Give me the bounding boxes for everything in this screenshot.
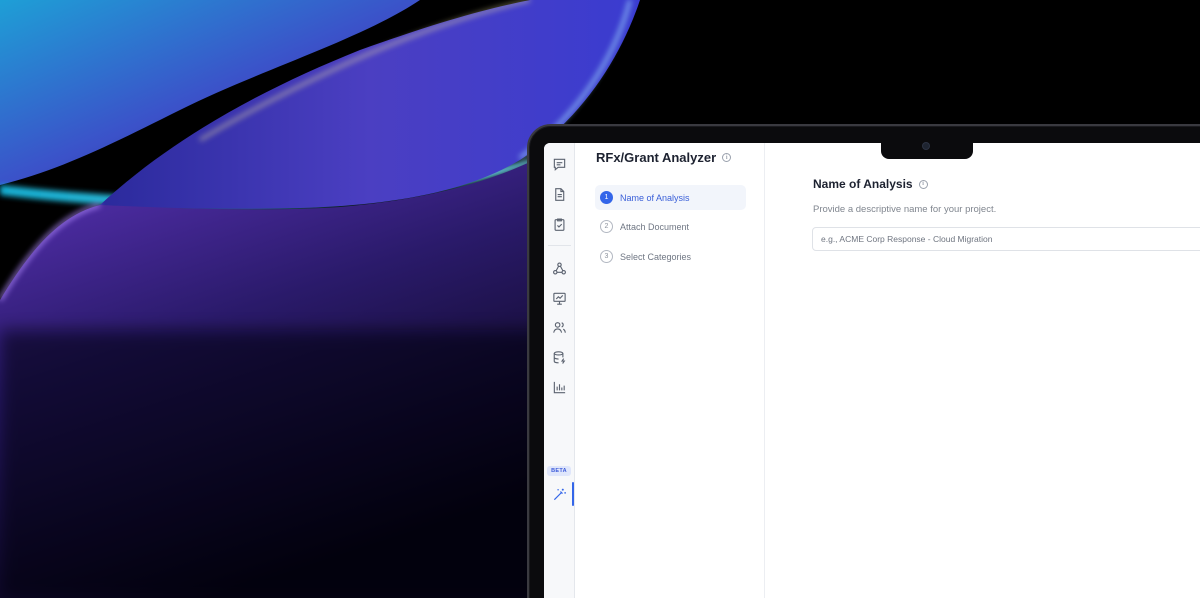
chat-icon[interactable] — [550, 155, 568, 173]
section-title: Name of Analysis i — [813, 177, 928, 191]
bar-chart-icon[interactable] — [550, 378, 568, 396]
document-icon[interactable] — [550, 185, 568, 203]
app-title: RFx/Grant Analyzer — [596, 150, 717, 165]
users-icon[interactable] — [550, 318, 568, 336]
step-number: 2 — [600, 220, 613, 233]
camera-icon — [923, 143, 929, 149]
network-icon[interactable] — [550, 259, 568, 277]
rail-divider — [548, 245, 571, 246]
clipboard-check-icon[interactable] — [550, 215, 568, 233]
step-label: Attach Document — [620, 221, 690, 232]
section-title-text: Name of Analysis — [813, 177, 913, 191]
database-icon[interactable] — [550, 348, 568, 366]
laptop-notch — [881, 139, 973, 159]
step-label: Name of Analysis — [620, 192, 690, 203]
active-indicator — [572, 482, 574, 506]
app-window: BETA RFx/Grant Analyzer i 1 Name of Anal… — [544, 143, 1200, 598]
step-label: Select Categories — [620, 251, 692, 262]
info-icon[interactable]: i — [918, 179, 928, 189]
main-content: Name of Analysis i Provide a descriptive… — [765, 143, 1200, 598]
info-icon[interactable]: i — [722, 153, 732, 162]
step-name-of-analysis[interactable]: 1 Name of Analysis — [595, 185, 746, 210]
step-attach-document[interactable]: 2 Attach Document — [595, 214, 746, 239]
page-title: RFx/Grant Analyzer i — [596, 150, 732, 165]
step-number: 3 — [600, 250, 613, 263]
sidebar-rail: BETA — [544, 143, 575, 598]
steps-panel: RFx/Grant Analyzer i 1 Name of Analysis … — [575, 143, 765, 598]
presentation-icon[interactable] — [550, 289, 568, 307]
step-select-categories[interactable]: 3 Select Categories — [595, 244, 746, 269]
section-description: Provide a descriptive name for your proj… — [813, 204, 997, 215]
analysis-name-input[interactable] — [812, 227, 1200, 251]
magic-wand-icon[interactable] — [550, 485, 568, 503]
beta-badge: BETA — [547, 466, 571, 476]
step-number: 1 — [600, 191, 613, 204]
